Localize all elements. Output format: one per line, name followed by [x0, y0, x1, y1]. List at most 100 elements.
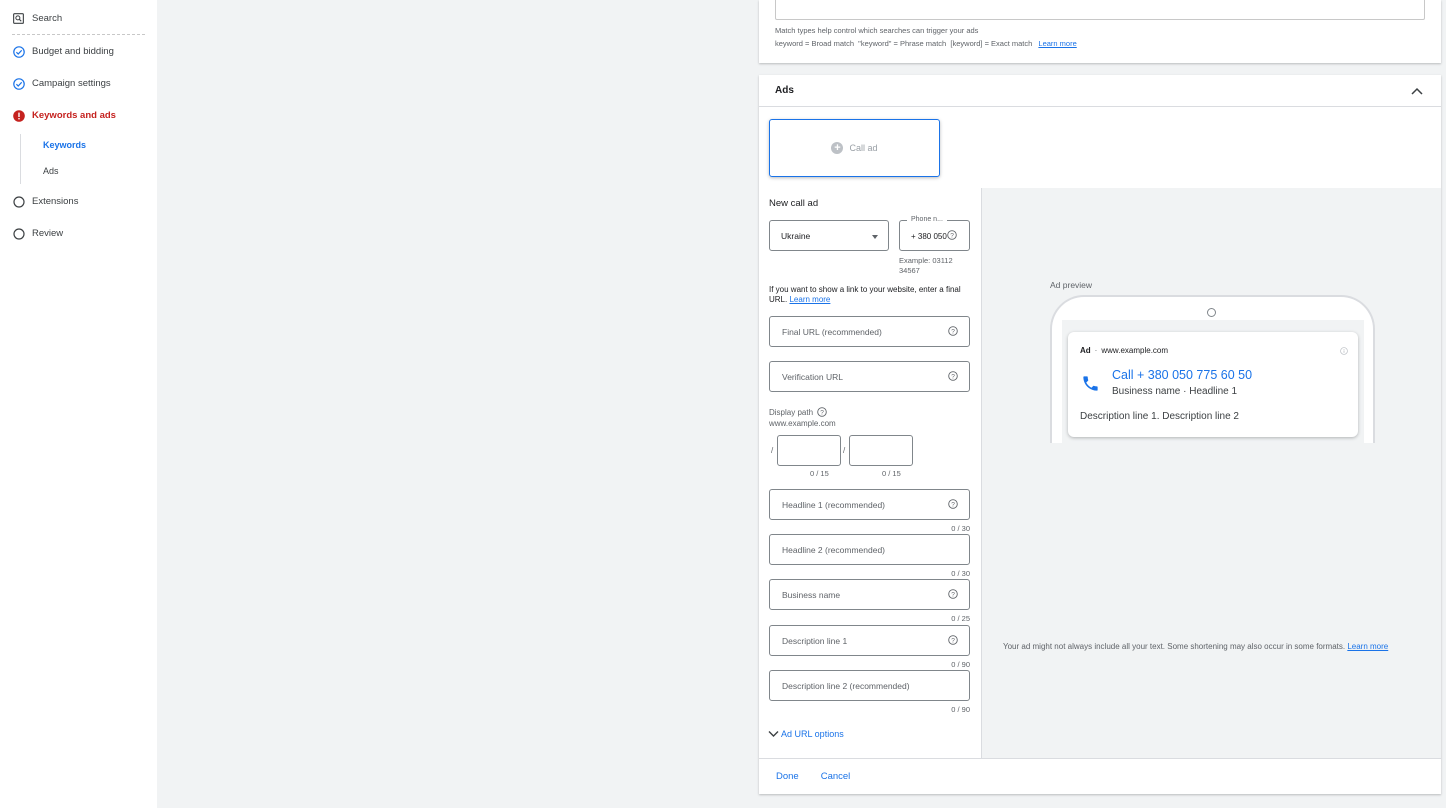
match-types-text: keyword = Broad match "keyword" = Phrase… — [775, 39, 1033, 48]
call-ad-button[interactable]: + Call ad — [769, 119, 940, 177]
path-separator: / — [771, 446, 774, 455]
info-icon — [1340, 347, 1348, 355]
sidebar-item-budget-and-bidding[interactable]: Budget and bidding — [12, 45, 114, 58]
help-icon[interactable]: ? — [948, 371, 958, 381]
help-icon[interactable]: ? — [948, 499, 958, 509]
verification-url-field[interactable]: Verification URL ? — [769, 361, 970, 392]
ad-domain: www.example.com — [1101, 346, 1169, 355]
description1-counter: 0 / 90 — [951, 660, 970, 669]
sidebar-item-keywords-and-ads[interactable]: Keywords and ads — [12, 109, 116, 122]
ad-preview-label: Ad preview — [1050, 280, 1093, 290]
help-icon[interactable]: ? — [947, 230, 957, 240]
keywords-textarea[interactable] — [775, 0, 1425, 20]
country-select[interactable]: Ukraine — [769, 220, 889, 251]
match-types-legend: keyword = Broad match "keyword" = Phrase… — [775, 39, 1077, 48]
final-url-placeholder: Final URL (recommended) — [782, 326, 882, 337]
done-button[interactable]: Done — [776, 771, 799, 782]
phone-icon — [1083, 376, 1098, 391]
svg-text:?: ? — [951, 637, 955, 644]
form-footer: Done Cancel — [759, 758, 1441, 794]
ads-header: Ads — [759, 75, 1441, 107]
phone-example-line1: Example: 03112 — [899, 256, 953, 265]
description2-field[interactable]: Description line 2 (recommended) — [769, 670, 970, 701]
phone-label: Phone n... — [907, 216, 947, 223]
final-url-info: If you want to show a link to your websi… — [769, 285, 969, 305]
phone-number-field[interactable]: Phone n... + 380 050 ? — [899, 216, 970, 251]
check-circle-icon — [12, 77, 25, 90]
empty-circle-icon — [12, 227, 25, 240]
sidebar-item-label: Review — [32, 228, 64, 239]
svg-text:?: ? — [950, 232, 954, 239]
separator-dot: · — [1094, 346, 1098, 355]
ad-url-options-toggle[interactable]: Ad URL options — [768, 729, 844, 739]
verification-url-placeholder: Verification URL — [782, 371, 843, 382]
call-ad-label: Call ad — [849, 143, 878, 153]
final-url-field[interactable]: Final URL (recommended) ? — [769, 316, 970, 347]
dropdown-arrow-icon — [872, 235, 878, 239]
learn-more-link[interactable]: Learn more — [789, 295, 830, 304]
help-icon[interactable]: ? — [817, 407, 827, 417]
cancel-button[interactable]: Cancel — [821, 771, 851, 782]
subnav-line — [20, 134, 21, 184]
sidebar-item-label: Extensions — [32, 196, 79, 207]
help-icon[interactable]: ? — [948, 326, 958, 336]
headline2-field[interactable]: Headline 2 (recommended) — [769, 534, 970, 565]
add-circle-icon: + — [831, 142, 844, 154]
headline2-counter: 0 / 30 — [951, 569, 970, 578]
sidebar-subitem-keywords[interactable]: Keywords — [43, 140, 86, 150]
description2-counter: 0 / 90 — [951, 705, 970, 714]
display-path-label: Display path — [769, 407, 814, 417]
ads-card: Ads + Call ad New call ad Ukraine Phone … — [759, 75, 1441, 794]
phone-mockup: Ad · www.example.com Call + 380 050 775 … — [1050, 295, 1375, 443]
headline2-placeholder: Headline 2 (recommended) — [782, 544, 885, 555]
form-title: New call ad — [769, 198, 819, 209]
sidebar-subitem-ads[interactable]: Ads — [43, 166, 59, 176]
ad-description: Description line 1. Description line 2 — [1080, 411, 1239, 422]
country-value: Ukraine — [781, 230, 811, 241]
learn-more-link[interactable]: Learn more — [1038, 39, 1076, 48]
path1-counter: 0 / 15 — [810, 469, 829, 478]
empty-circle-icon — [12, 195, 25, 208]
headline1-counter: 0 / 30 — [951, 524, 970, 533]
learn-more-link[interactable]: Learn more — [1347, 642, 1388, 651]
business-name-placeholder: Business name — [782, 589, 841, 600]
call-headline[interactable]: Call + 380 050 775 60 50 — [1112, 368, 1252, 382]
svg-text:?: ? — [820, 409, 824, 416]
keywords-card: Match types help control which searches … — [759, 0, 1441, 63]
help-icon[interactable]: ? — [948, 589, 958, 599]
chevron-up-icon — [1411, 87, 1423, 95]
path2-input[interactable] — [849, 435, 913, 466]
description2-placeholder: Description line 2 (recommended) — [782, 680, 910, 691]
svg-text:?: ? — [951, 328, 955, 335]
ad-url-options-label: Ad URL options — [781, 729, 844, 739]
help-icon[interactable]: ? — [948, 635, 958, 645]
chevron-down-icon — [768, 731, 779, 737]
sidebar-item-search[interactable]: Search — [12, 12, 62, 25]
sidebar-item-extensions[interactable]: Extensions — [12, 195, 78, 208]
sidebar-item-label: Campaign settings — [32, 78, 111, 89]
camera-icon — [1207, 308, 1216, 317]
sidebar-item-campaign-settings[interactable]: Campaign settings — [12, 77, 111, 90]
sidebar: Search Budget and bidding Campaign setti… — [0, 0, 157, 808]
description1-field[interactable]: Description line 1 ? — [769, 625, 970, 656]
ad-badge: Ad — [1080, 346, 1091, 355]
sidebar-item-review[interactable]: Review — [12, 227, 63, 240]
ad-preview-panel: Ad preview Ad · www.example.com Call + 3… — [981, 188, 1441, 758]
sidebar-item-label: Keywords and ads — [32, 110, 116, 121]
phone-value: + 380 050 — [911, 232, 947, 241]
description1-placeholder: Description line 1 — [782, 635, 848, 646]
business-name-field[interactable]: Business name ? — [769, 579, 970, 610]
headline1-field[interactable]: Headline 1 (recommended) ? — [769, 489, 970, 520]
sidebar-item-label: Budget and bidding — [32, 46, 114, 57]
divider — [12, 34, 145, 35]
collapse-button[interactable] — [1409, 83, 1425, 99]
path-separator: / — [843, 446, 846, 455]
phone-screen: Ad · www.example.com Call + 380 050 775 … — [1062, 320, 1364, 443]
headline1-placeholder: Headline 1 (recommended) — [782, 499, 885, 510]
path1-input[interactable] — [777, 435, 841, 466]
path2-counter: 0 / 15 — [882, 469, 901, 478]
phone-example-line2: 34567 — [899, 266, 920, 275]
ad-preview-card: Ad · www.example.com Call + 380 050 775 … — [1068, 332, 1358, 437]
svg-text:?: ? — [951, 501, 955, 508]
match-types-hint: Match types help control which searches … — [775, 26, 979, 35]
